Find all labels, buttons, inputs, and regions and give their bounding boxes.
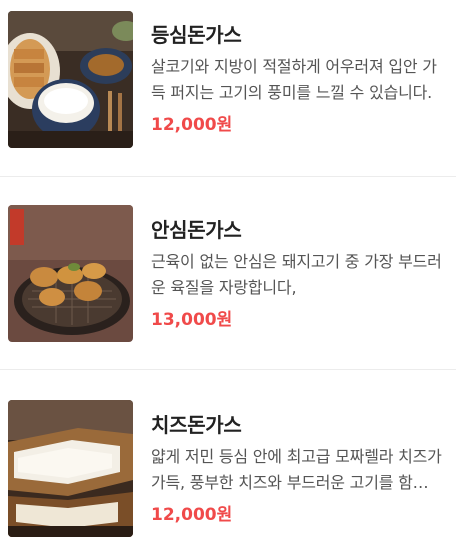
menu-item-image[interactable] [8,205,133,342]
menu-item-price: 12,000원 [151,115,233,135]
menu-item-image[interactable] [8,11,133,148]
menu-item-cheese-cutlet[interactable]: 치즈돈가스 얇게 저민 등심 안에 최고급 모짜렐라 치즈가 가득, 풍부한 치… [0,369,456,545]
menu-item-info: 치즈돈가스 얇게 저민 등심 안에 최고급 모짜렐라 치즈가 가득, 풍부한 치… [151,410,442,528]
menu-item-name: 등심돈가스 [151,23,242,47]
cheese-cutlet-photo [8,400,133,537]
menu-item-info: 등심돈가스 살코기와 지방이 적절하게 어우러져 입안 가득 퍼지는 고기의 풍… [151,20,442,138]
menu-item-description: 얇게 저민 등심 안에 최고급 모짜렐라 치즈가 가득, 풍부한 치즈와 부드러… [151,447,442,492]
menu-item-price: 12,000원 [151,505,233,525]
menu-item-image[interactable] [8,400,133,537]
menu-list: 등심돈가스 살코기와 지방이 적절하게 어우러져 입안 가득 퍼지는 고기의 풍… [0,0,456,543]
menu-item-name: 치즈돈가스 [151,413,242,437]
menu-item-loin-cutlet[interactable]: 등심돈가스 살코기와 지방이 적절하게 어우러져 입안 가득 퍼지는 고기의 풍… [0,0,456,176]
menu-item-price: 13,000원 [151,310,233,330]
menu-item-description: 근육이 없는 안심은 돼지고기 중 가장 부드러운 육질을 자랑합니다, [151,252,442,297]
menu-item-description: 살코기와 지방이 적절하게 어우러져 입안 가득 퍼지는 고기의 풍미를 느낄 … [151,57,437,102]
menu-item-name: 안심돈가스 [151,218,242,242]
menu-item-tenderloin-cutlet[interactable]: 안심돈가스 근육이 없는 안심은 돼지고기 중 가장 부드러운 육질을 자랑합니… [0,176,456,352]
loin-cutlet-photo [8,11,133,148]
tenderloin-cutlet-photo [8,205,133,342]
menu-item-info: 안심돈가스 근육이 없는 안심은 돼지고기 중 가장 부드러운 육질을 자랑합니… [151,215,442,333]
